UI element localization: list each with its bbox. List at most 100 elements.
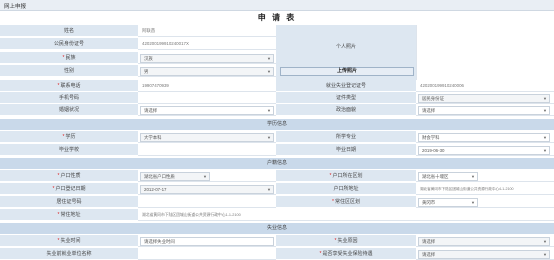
- emp-reg-field[interactable]: 420200199910240006: [416, 80, 554, 92]
- ethnic-label: *民族: [0, 52, 138, 64]
- row-hh-date: *户口登记日期 2012-07-17 ▼ 户口所地址 湖北省黄冈市下陆区团城山街道…: [0, 183, 554, 195]
- name-label: 姓名: [0, 25, 138, 37]
- gender-select-value: 男: [144, 68, 149, 74]
- school-field[interactable]: [138, 144, 276, 156]
- hh-type-select[interactable]: 湖北省户口性质 ▼: [140, 171, 210, 181]
- hh-date-picker[interactable]: 2012-07-17 ▼: [140, 184, 274, 194]
- benefit-label-text: 是否享受失业保险待遇: [322, 251, 373, 257]
- card-label: 居住证号码: [0, 196, 138, 208]
- mobile-field[interactable]: [138, 92, 276, 104]
- window-tab-title[interactable]: 网上申报: [4, 2, 26, 10]
- hh-region-select-value: 湖北省十堰区: [422, 173, 449, 179]
- required-mark: *: [332, 199, 334, 205]
- political-cell: 请选择 ▼: [416, 104, 554, 116]
- school-label: 毕业学校: [0, 144, 138, 156]
- phone-label: *联系电话: [0, 80, 138, 92]
- row-card: 居住证号码 *常住区区划 黄冈市 ▼: [0, 196, 554, 208]
- chevron-down-icon: ▼: [471, 173, 475, 179]
- unemp-time-picker[interactable]: 请选择失业时间: [140, 236, 274, 246]
- hh-address-field[interactable]: 湖北省黄冈市下陆区团城山街道公共资源行政中心4-1-2100: [416, 183, 554, 195]
- cert-type-label: 证件类型: [276, 92, 416, 104]
- major-select[interactable]: 财会学科 ▼: [418, 132, 550, 142]
- major-label: 所学专业: [276, 131, 416, 143]
- grad-date-value: 2019-06-30: [422, 147, 445, 153]
- row-gender: 性别 男 ▼: [0, 65, 276, 77]
- benefit-select-value: 请选择: [422, 251, 436, 257]
- benefit-label: *是否享受失业保险待遇: [276, 248, 416, 260]
- prev-employer-label: 失业前就业单位名称: [0, 248, 138, 260]
- ethnic-select[interactable]: 汉族 ▼: [140, 53, 274, 63]
- row-degree: *学历 大学本科 ▼ 所学专业 财会学科 ▼: [0, 131, 554, 143]
- card-field[interactable]: [138, 196, 276, 208]
- phone-label-text: 联系电话: [60, 83, 81, 89]
- hh-region-cell: 湖北省十堰区 ▼: [416, 170, 554, 182]
- cert-type-select[interactable]: 居民身份证 ▼: [418, 93, 550, 103]
- benefit-select[interactable]: 请选择 ▼: [418, 249, 550, 259]
- marital-select[interactable]: 请选择 ▼: [140, 105, 274, 115]
- degree-cell: 大学本科 ▼: [138, 131, 276, 143]
- benefit-cell: 请选择 ▼: [416, 248, 554, 260]
- degree-select-value: 大学本科: [144, 134, 162, 140]
- hh-region-label-text: 户口所在区划: [332, 173, 363, 179]
- id-field[interactable]: 420200199910240017X: [138, 38, 276, 50]
- mobile-label: 手机号码: [0, 92, 138, 104]
- hh-date-value: 2012-07-17: [144, 186, 167, 192]
- window-titlebar: 网上申报: [0, 0, 554, 11]
- degree-label-text: 学历: [65, 134, 76, 140]
- res-region-select-value: 黄冈市: [422, 199, 436, 205]
- ethnic-cell: 汉族 ▼: [138, 52, 276, 64]
- hh-type-select-value: 湖北省户口性质: [144, 173, 175, 179]
- row-marital: 婚姻状况 请选择 ▼ 政治面貌 请选择 ▼: [0, 104, 554, 116]
- degree-select[interactable]: 大学本科 ▼: [140, 132, 274, 142]
- section-household: 户籍信息: [0, 158, 554, 169]
- row-ethnic: *民族 汉族 ▼: [0, 52, 276, 64]
- political-label: 政治面貌: [276, 104, 416, 116]
- name-field[interactable]: 阿联酋: [138, 25, 276, 37]
- cert-type-cell: 居民身份证 ▼: [416, 92, 554, 104]
- degree-label: *学历: [0, 131, 138, 143]
- res-region-label-text: 常住区区划: [334, 199, 360, 205]
- chevron-down-icon: ▼: [267, 68, 271, 74]
- chevron-down-icon: ▼: [267, 55, 271, 61]
- marital-select-value: 请选择: [144, 107, 158, 113]
- chevron-down-icon: ▼: [543, 134, 547, 140]
- hh-region-label: *户口所在区划: [276, 170, 416, 182]
- grad-date-cell: 2019-06-30 ▼: [416, 144, 554, 156]
- unemp-time-value: 请选择失业时间: [144, 238, 175, 244]
- res-region-label: *常住区区划: [276, 196, 416, 208]
- prev-employer-field[interactable]: [138, 248, 276, 260]
- chevron-down-icon: ▼: [543, 251, 547, 257]
- major-select-value: 财会学科: [422, 134, 440, 140]
- grad-date-label: 毕业日期: [276, 144, 416, 156]
- unemp-reason-select[interactable]: 请选择 ▼: [418, 236, 550, 246]
- grad-date-picker[interactable]: 2019-06-30 ▼: [418, 145, 550, 155]
- row-res-addr: *常住地址 湖北省黄冈市下陆区团城山街道公共资源行政中心1-1-2100: [0, 209, 554, 221]
- phone-field[interactable]: 19907470939: [138, 80, 276, 92]
- gender-label: 性别: [0, 65, 138, 77]
- gender-select[interactable]: 男 ▼: [140, 66, 274, 76]
- political-select[interactable]: 请选择 ▼: [418, 105, 550, 115]
- hh-region-select[interactable]: 湖北省十堰区 ▼: [418, 171, 478, 181]
- ethnic-select-value: 汉族: [144, 55, 153, 61]
- row-unemp-time: *失业时间 请选择失业时间 *失业原因 请选择 ▼: [0, 235, 554, 247]
- res-addr-label: *常住地址: [0, 209, 138, 221]
- emp-reg-label: 就业失业登记证号: [276, 80, 416, 92]
- row-hh-type: *户口性质 湖北省户口性质 ▼ *户口所在区划 湖北省十堰区 ▼: [0, 170, 554, 182]
- cert-type-select-value: 居民身份证: [422, 95, 444, 101]
- unemp-time-cell: 请选择失业时间: [138, 235, 276, 247]
- section-unemployment: 失业信息: [0, 223, 554, 234]
- political-select-value: 请选择: [422, 107, 436, 113]
- hh-date-label-text: 户口登记日期: [55, 186, 86, 192]
- res-region-cell: 黄冈市 ▼: [416, 196, 554, 208]
- ethnic-label-text: 民族: [65, 55, 76, 61]
- chevron-down-icon: ▼: [543, 147, 547, 153]
- res-addr-field[interactable]: 湖北省黄冈市下陆区团城山街道公共资源行政中心1-1-2100: [138, 209, 554, 221]
- chevron-down-icon: ▼: [267, 134, 271, 140]
- chevron-down-icon: ▼: [267, 186, 271, 192]
- hh-type-label-text: 户口性质: [60, 173, 81, 179]
- unemp-reason-select-value: 请选择: [422, 238, 436, 244]
- res-region-select[interactable]: 黄冈市 ▼: [418, 197, 478, 207]
- chevron-down-icon: ▼: [543, 238, 547, 244]
- unemp-reason-label: *失业原因: [276, 235, 416, 247]
- upload-photo-button[interactable]: 上传照片: [280, 67, 414, 76]
